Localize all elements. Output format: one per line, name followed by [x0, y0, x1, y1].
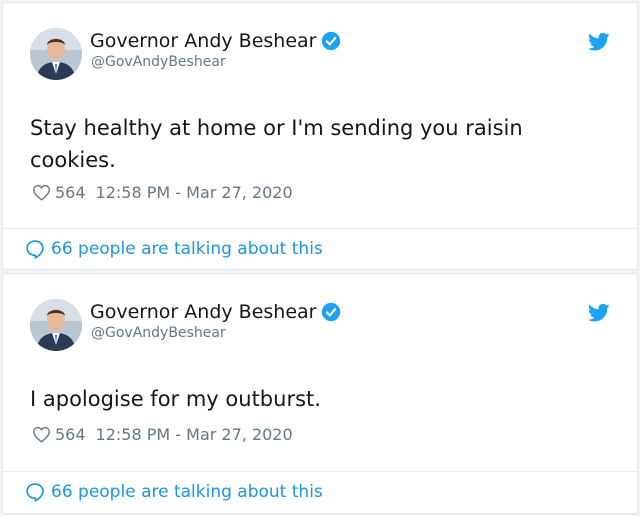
- divider: [3, 471, 637, 472]
- tweet-text: Stay healthy at home or I'm sending you …: [30, 116, 523, 172]
- avatar[interactable]: [30, 28, 82, 80]
- tweet-card[interactable]: Governor Andy Beshear @GovAndyBeshear St…: [2, 2, 638, 270]
- timestamp[interactable]: 12:58 PM - Mar 27, 2020: [96, 183, 293, 202]
- tweet-meta: 564 12:58 PM - Mar 27, 2020: [32, 425, 293, 444]
- talking-label[interactable]: 66 people are talking about this: [51, 482, 323, 502]
- like-count[interactable]: 564: [55, 183, 86, 202]
- verified-badge-icon: [322, 302, 341, 322]
- tweet-text: I apologise for my outburst.: [30, 387, 321, 411]
- divider: [3, 228, 637, 229]
- speech-bubble-icon: [26, 240, 44, 259]
- heart-icon[interactable]: [32, 426, 51, 443]
- author-name[interactable]: Governor Andy Beshear: [90, 301, 316, 323]
- tweet-meta: 564 12:58 PM - Mar 27, 2020: [32, 183, 293, 202]
- avatar[interactable]: [30, 299, 82, 351]
- like-count[interactable]: 564: [55, 425, 86, 444]
- author-handle[interactable]: @GovAndyBeshear: [91, 54, 226, 70]
- twitter-bird-icon[interactable]: [588, 32, 610, 52]
- talking-label[interactable]: 66 people are talking about this: [51, 239, 323, 259]
- speech-bubble-icon: [26, 483, 44, 502]
- twitter-bird-icon[interactable]: [588, 303, 610, 323]
- author-name[interactable]: Governor Andy Beshear: [90, 30, 316, 52]
- talking-link[interactable]: 66 people are talking about this: [25, 482, 323, 502]
- talking-link[interactable]: 66 people are talking about this: [25, 239, 323, 259]
- heart-icon[interactable]: [32, 184, 51, 201]
- verified-badge-icon: [322, 31, 341, 51]
- author-handle[interactable]: @GovAndyBeshear: [91, 325, 226, 341]
- timestamp[interactable]: 12:58 PM - Mar 27, 2020: [96, 425, 293, 444]
- tweet-card[interactable]: Governor Andy Beshear @GovAndyBeshear I …: [2, 273, 638, 514]
